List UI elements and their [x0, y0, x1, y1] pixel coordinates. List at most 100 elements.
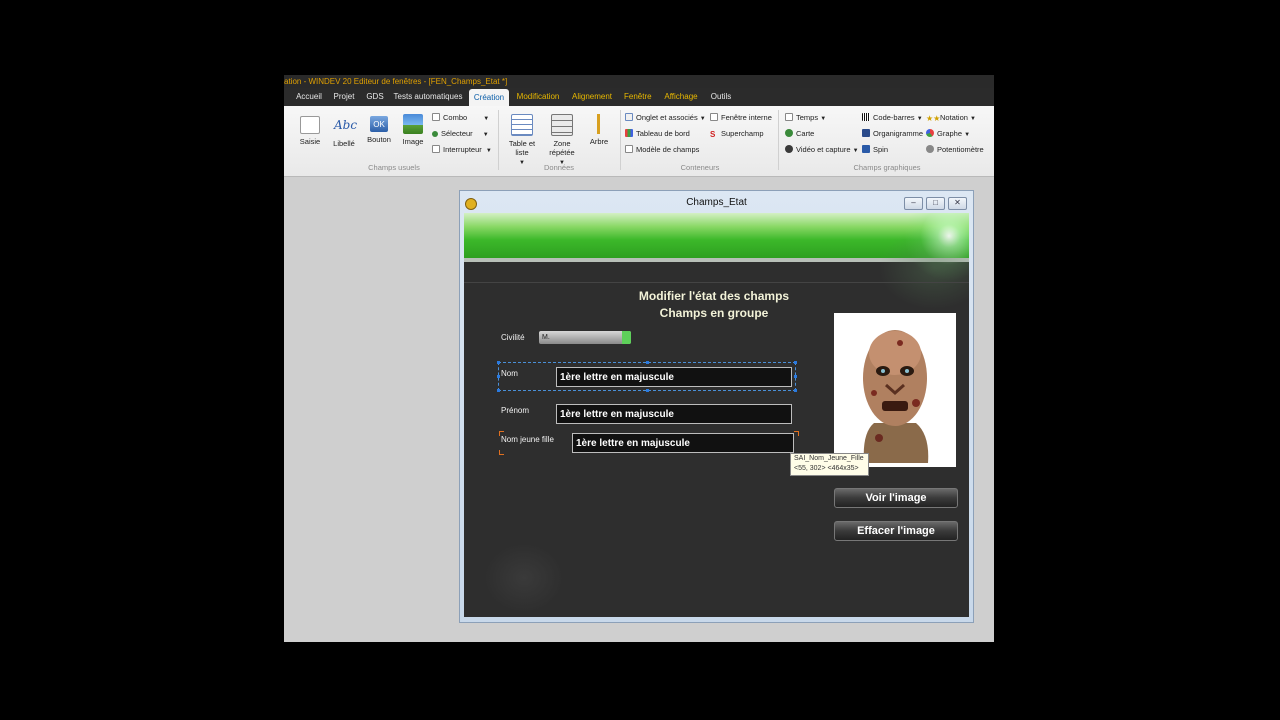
onglet-button[interactable]: Onglet et associés ▼	[625, 113, 706, 122]
effacer-image-button[interactable]: Effacer l'image	[834, 521, 958, 541]
table-liste-button[interactable]: Table et liste ▼	[506, 114, 538, 166]
nom-label: Nom	[501, 369, 518, 378]
app-title: ation - WINDEV 20 Editeur de fenêtres - …	[284, 75, 994, 88]
heading-line-1: Modifier l'état des champs	[638, 289, 790, 303]
checkbox-icon	[432, 145, 440, 153]
tab-alignement[interactable]: Alignement	[572, 88, 612, 106]
tab-modification[interactable]: Modification	[516, 88, 560, 106]
tooltip-field-name: SAI_Nom_Jeune_Fille	[794, 455, 864, 462]
chevron-down-icon: ▼	[699, 116, 706, 122]
ribbon-separator	[498, 110, 499, 170]
camera-icon	[785, 145, 793, 153]
resize-handle[interactable]	[794, 375, 797, 378]
resize-handle[interactable]	[497, 375, 500, 378]
voir-image-button[interactable]: Voir l'image	[834, 488, 958, 508]
superchamp-icon: S	[710, 130, 716, 139]
tab-creation[interactable]: Création	[469, 89, 509, 106]
resize-handle[interactable]	[646, 361, 649, 364]
nom-jeune-fille-label: Nom jeune fille	[501, 435, 554, 444]
pie-chart-icon	[926, 129, 934, 137]
civilite-combo[interactable]: M.	[539, 331, 631, 344]
interrupteur-button[interactable]: Interrupteur ▼	[432, 145, 492, 154]
tab-projet[interactable]: Projet	[331, 88, 357, 106]
spin-button[interactable]: Spin	[862, 145, 888, 154]
chevron-down-icon: ▼	[852, 148, 859, 154]
combo-button[interactable]: Combo ▼	[432, 113, 489, 122]
tab-gds[interactable]: GDS	[364, 88, 386, 106]
group-label-champs-usuels: Champs usuels	[368, 163, 420, 172]
nom-field[interactable]: 1ère lettre en majuscule	[556, 367, 792, 387]
tableau-de-bord-button[interactable]: Tableau de bord	[625, 129, 690, 138]
bouton-button[interactable]: OK Bouton	[364, 116, 394, 144]
portrait-image	[834, 313, 956, 467]
code-barres-button[interactable]: Code-barres ▼	[862, 113, 923, 122]
tab-outils[interactable]: Outils	[710, 88, 732, 106]
image-button[interactable]: Image	[400, 114, 426, 146]
spin-icon	[862, 145, 870, 153]
chevron-down-icon: ▼	[820, 116, 827, 122]
knob-icon	[926, 145, 934, 153]
ribbon-separator	[778, 110, 779, 170]
designed-window[interactable]: Champs_Etat – □ ✕ Modifier l'état des ch…	[459, 190, 974, 623]
tooltip-field-geometry: <55, 302> <464x35>	[794, 465, 859, 472]
map-icon	[785, 129, 793, 137]
org-chart-icon	[862, 129, 870, 137]
resize-handle[interactable]	[794, 389, 797, 392]
zone-repetee-button[interactable]: Zone répétée ▼	[544, 114, 580, 166]
separator-line	[464, 282, 969, 283]
text-field-icon	[300, 116, 320, 134]
modele-champs-button[interactable]: Modèle de champs	[625, 145, 699, 154]
combo-arrow-button[interactable]	[622, 331, 631, 344]
organigramme-button[interactable]: Organigramme	[862, 129, 923, 138]
temps-button[interactable]: Temps ▼	[785, 113, 826, 122]
resize-handle[interactable]	[497, 361, 500, 364]
nom-jeune-fille-field[interactable]: 1ère lettre en majuscule	[572, 433, 794, 453]
saisie-button[interactable]: Saisie	[296, 116, 324, 146]
ribbon-separator	[620, 110, 621, 170]
form-heading: Modifier l'état des champs Champs en gro…	[604, 288, 824, 322]
potentiometre-button[interactable]: Potentiomètre	[926, 145, 984, 154]
chevron-down-icon: ▼	[485, 148, 492, 154]
arbre-button[interactable]: Arbre	[586, 114, 612, 146]
selection-corner	[499, 450, 504, 455]
star-rating-icon: ★★	[926, 114, 941, 123]
table-icon	[511, 114, 533, 136]
group-label-champs-graphiques: Champs graphiques	[853, 163, 921, 172]
selection-corner	[794, 431, 799, 436]
tab-tests-automatiques[interactable]: Tests automatiques	[393, 88, 463, 106]
tab-fenetre[interactable]: Fenêtre	[624, 88, 652, 106]
barcode-icon	[862, 113, 870, 121]
ribbon-tabs: Accueil Projet GDS Tests automatiques Cr…	[284, 88, 994, 106]
carte-button[interactable]: Carte	[785, 129, 814, 138]
tab-icon	[625, 113, 633, 121]
dashboard-icon	[625, 129, 633, 137]
resize-handle[interactable]	[646, 389, 649, 392]
tab-accueil[interactable]: Accueil	[294, 88, 324, 106]
chevron-down-icon: ▼	[482, 132, 489, 138]
chevron-down-icon: ▼	[483, 116, 490, 122]
background-glow	[484, 543, 564, 613]
ribbon-panel: Saisie Abc Libellé OK Bouton Image Combo…	[284, 106, 994, 177]
chevron-down-icon: ▼	[916, 116, 923, 122]
image-field[interactable]	[834, 313, 956, 467]
maximize-button[interactable]: □	[926, 197, 945, 210]
chevron-down-icon: ▼	[970, 116, 976, 122]
resize-handle[interactable]	[794, 361, 797, 364]
combo-icon	[432, 113, 440, 121]
video-capture-button[interactable]: Vidéo et capture ▼	[785, 145, 859, 154]
template-icon	[625, 145, 633, 153]
close-button[interactable]: ✕	[948, 197, 967, 210]
tab-affichage[interactable]: Affichage	[664, 88, 698, 106]
graphe-button[interactable]: Graphe ▼	[926, 129, 970, 138]
resize-handle[interactable]	[497, 389, 500, 392]
fenetre-interne-button[interactable]: Fenêtre interne	[710, 113, 772, 122]
libelle-button[interactable]: Abc Libellé	[330, 116, 358, 148]
superchamp-button[interactable]: S Superchamp	[710, 129, 764, 139]
prenom-field[interactable]: 1ère lettre en majuscule	[556, 404, 792, 424]
minimize-button[interactable]: –	[904, 197, 923, 210]
button-icon: OK	[370, 116, 388, 132]
notation-button[interactable]: ★★Notation ▼	[926, 113, 976, 123]
radio-icon	[432, 131, 438, 137]
selecteur-button[interactable]: Sélecteur ▼	[432, 129, 489, 138]
chevron-down-icon: ▼	[964, 132, 971, 138]
